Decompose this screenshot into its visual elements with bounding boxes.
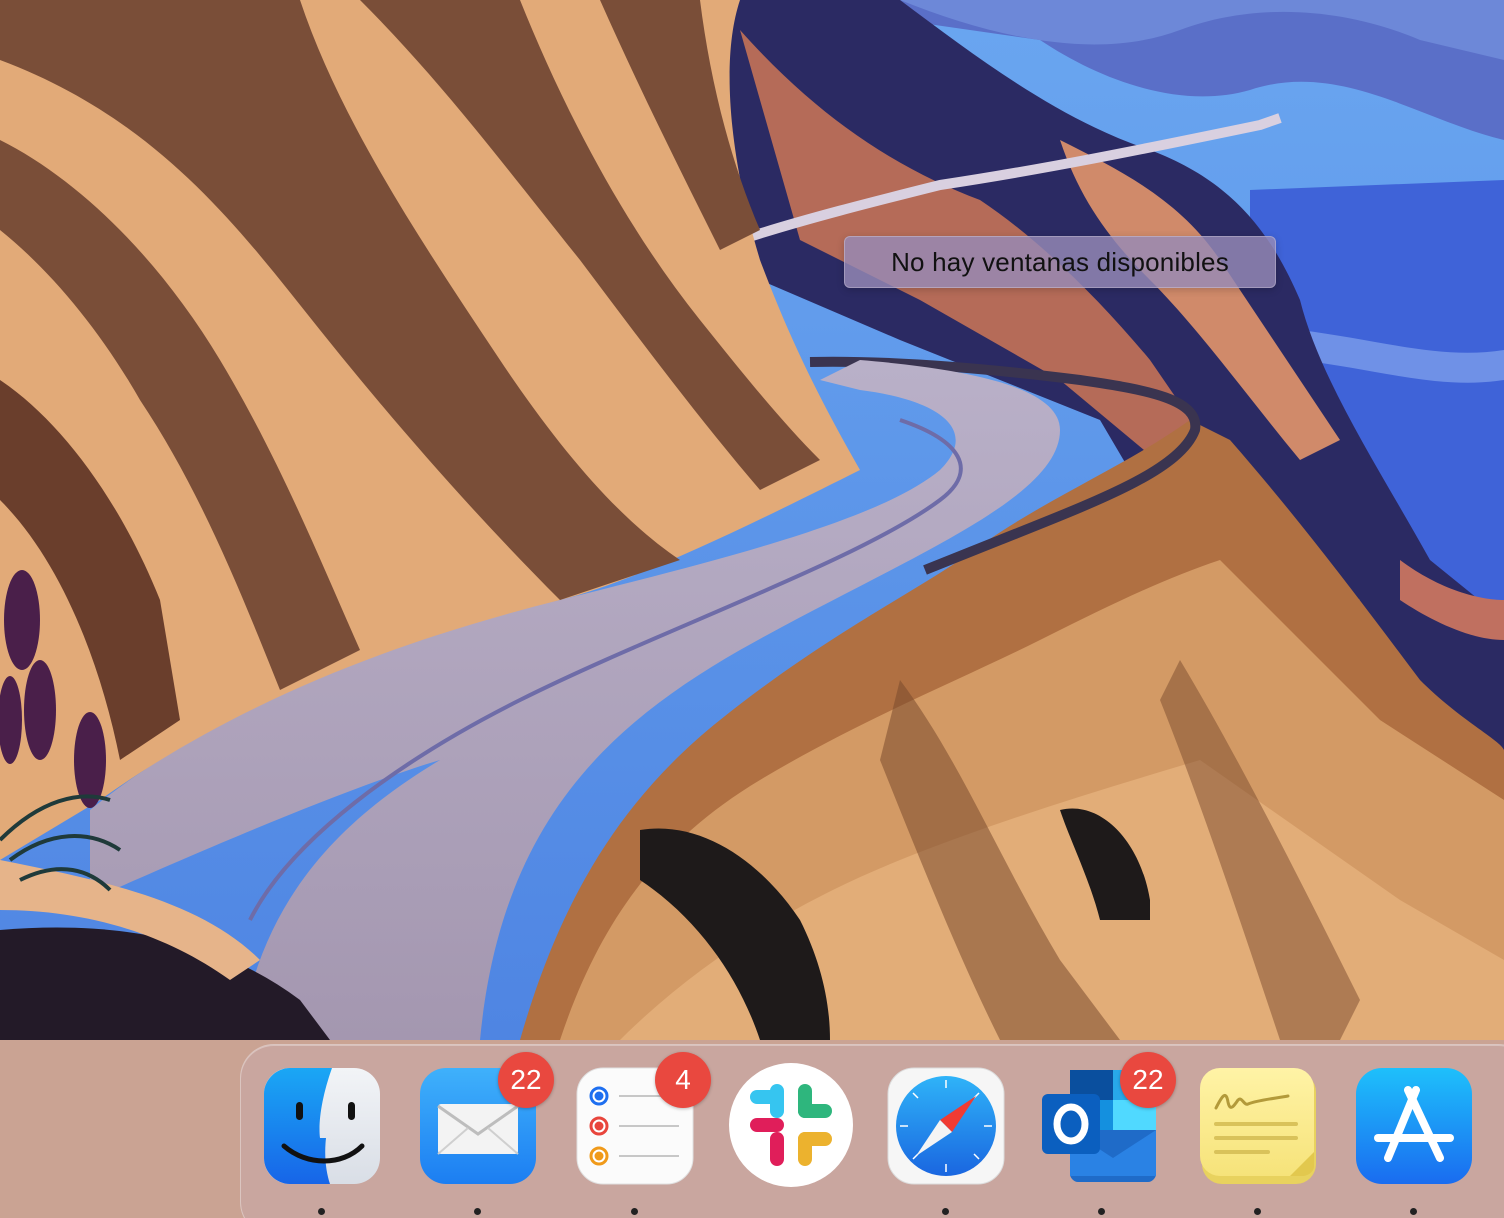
running-indicator <box>1410 1208 1417 1215</box>
desktop: No hay ventanas disponibles 22 4 22 <box>0 0 1504 1218</box>
dock-item-stickies[interactable] <box>1198 1066 1318 1186</box>
dock-item-finder[interactable] <box>262 1066 382 1186</box>
dock-item-safari[interactable] <box>886 1066 1006 1186</box>
dock-item-outlook[interactable]: 22 <box>1040 1052 1176 1186</box>
running-indicator <box>1254 1208 1261 1215</box>
dock-item-reminders[interactable]: 4 <box>575 1052 711 1186</box>
running-indicator <box>318 1208 325 1215</box>
wallpaper <box>0 0 1504 1218</box>
dock-item-mail[interactable]: 22 <box>418 1052 554 1186</box>
dock-item-app-store[interactable] <box>1354 1066 1474 1186</box>
dock-item-slack[interactable] <box>728 1062 854 1188</box>
app-store-icon <box>1356 1068 1472 1184</box>
running-indicator <box>631 1208 638 1215</box>
safari-icon <box>887 1067 1005 1185</box>
running-indicator <box>474 1208 481 1215</box>
running-indicator <box>942 1208 949 1215</box>
mail-badge: 22 <box>498 1052 554 1108</box>
reminders-badge: 4 <box>655 1052 711 1108</box>
stickies-icon <box>1200 1068 1316 1184</box>
outlook-badge: 22 <box>1120 1052 1176 1108</box>
no-windows-tooltip: No hay ventanas disponibles <box>844 236 1276 288</box>
slack-icon <box>729 1063 853 1187</box>
running-indicator <box>1098 1208 1105 1215</box>
finder-icon <box>264 1068 380 1184</box>
